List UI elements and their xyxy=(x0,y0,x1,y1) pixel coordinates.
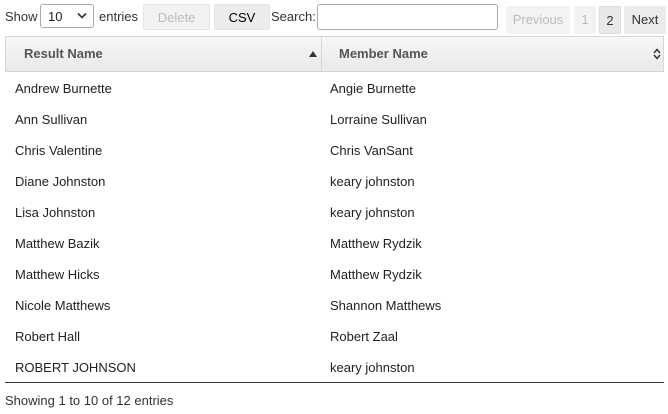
csv-button[interactable]: CSV xyxy=(214,4,270,30)
chevron-down-icon xyxy=(77,12,87,19)
table-row[interactable]: Ann Sullivan Lorraine Sullivan xyxy=(5,103,664,134)
result-name-cell: Matthew Bazik xyxy=(15,236,100,251)
pagination-previous[interactable]: Previous xyxy=(506,6,570,34)
pagination-page-2[interactable]: 2 xyxy=(599,6,621,34)
member-name-cell: Matthew Rydzik xyxy=(330,267,422,282)
table-header: Result Name Member Name xyxy=(5,36,664,72)
member-name-cell: keary johnston xyxy=(330,360,415,375)
entries-label: entries xyxy=(99,9,139,24)
table-body: Andrew Burnette Angie Burnette Ann Sulli… xyxy=(5,72,664,382)
pagination-next[interactable]: Next xyxy=(624,6,666,34)
search-label: Search: xyxy=(271,9,316,24)
result-name-cell: Andrew Burnette xyxy=(15,81,112,96)
table-row[interactable]: Andrew Burnette Angie Burnette xyxy=(5,72,664,103)
delete-button[interactable]: Delete xyxy=(143,4,210,30)
entries-select-value: 10 xyxy=(48,9,63,24)
member-name-cell: Robert Zaal xyxy=(330,329,398,344)
result-name-cell: Robert Hall xyxy=(15,329,81,344)
table-row[interactable]: Robert Hall Robert Zaal xyxy=(5,320,664,351)
member-name-cell: keary johnston xyxy=(330,205,415,220)
sort-both-icon xyxy=(653,48,661,60)
member-name-cell: keary johnston xyxy=(330,174,415,189)
result-name-cell: Lisa Johnston xyxy=(15,205,96,220)
search-input[interactable] xyxy=(317,4,498,30)
member-name-cell: Angie Burnette xyxy=(330,81,417,96)
result-name-cell: Nicole Matthews xyxy=(15,298,111,313)
table-row[interactable]: Nicole Matthews Shannon Matthews xyxy=(5,289,664,320)
table-row[interactable]: Matthew Bazik Matthew Rydzik xyxy=(5,227,664,258)
entries-select[interactable]: 10 xyxy=(40,4,94,28)
result-name-cell: Matthew Hicks xyxy=(15,267,100,282)
table-row[interactable]: Matthew Hicks Matthew Rydzik xyxy=(5,258,664,289)
member-name-cell: Matthew Rydzik xyxy=(330,236,422,251)
results-table: Result Name Member Name Andrew Burnette … xyxy=(5,36,664,382)
result-name-cell: Diane Johnston xyxy=(15,174,106,189)
result-name-cell: Ann Sullivan xyxy=(15,112,88,127)
table-row[interactable]: Lisa Johnston keary johnston xyxy=(5,196,664,227)
table-row[interactable]: ROBERT JOHNSON keary johnston xyxy=(5,351,664,382)
member-name-cell: Chris VanSant xyxy=(330,143,413,158)
column-header-label: Member Name xyxy=(339,46,428,61)
pagination-page-1[interactable]: 1 xyxy=(574,6,596,34)
table-row[interactable]: Diane Johnston keary johnston xyxy=(5,165,664,196)
table-row[interactable]: Chris Valentine Chris VanSant xyxy=(5,134,664,165)
member-name-cell: Shannon Matthews xyxy=(330,298,442,313)
table-bottom-border xyxy=(5,382,664,383)
sort-ascending-icon xyxy=(309,51,317,57)
column-header-label: Result Name xyxy=(24,46,103,61)
table-info: Showing 1 to 10 of 12 entries xyxy=(5,393,174,408)
result-name-cell: Chris Valentine xyxy=(15,143,103,158)
result-name-cell: ROBERT JOHNSON xyxy=(15,360,136,375)
member-name-cell: Lorraine Sullivan xyxy=(330,112,427,127)
show-label: Show xyxy=(5,9,38,24)
column-header-member-name[interactable]: Member Name xyxy=(322,37,665,71)
table-toolbar: Show 10 entries Delete CSV Search: Previ… xyxy=(0,0,668,34)
column-header-result-name[interactable]: Result Name xyxy=(6,37,322,71)
